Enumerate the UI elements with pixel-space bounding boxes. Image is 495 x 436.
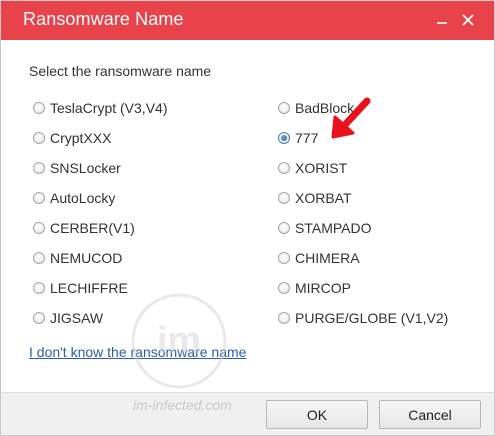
radio-button[interactable] [278,312,290,324]
minimize-icon[interactable] [431,9,453,31]
title-bar: Ransomware Name [1,1,494,40]
radio-button[interactable] [278,102,290,114]
radio-option-jigsaw[interactable]: JIGSAW [33,309,103,327]
radio-button[interactable] [33,252,45,264]
radio-option-stampado[interactable]: STAMPADO [278,219,372,237]
radio-option-teslacrypt[interactable]: TeslaCrypt (V3,V4) [33,99,167,117]
radio-option-cerber[interactable]: CERBER(V1) [33,219,135,237]
radio-option-snslocker[interactable]: SNSLocker [33,159,121,177]
radio-option-777[interactable]: 777 [278,129,318,147]
option-label: TeslaCrypt (V3,V4) [50,100,168,116]
radio-button[interactable] [33,282,45,294]
option-label: BadBlock [295,100,355,116]
radio-button[interactable] [33,102,45,114]
ok-button[interactable]: OK [266,400,368,429]
select-prompt: Select the ransomware name [29,63,212,79]
option-label: LECHIFFRE [50,280,128,296]
option-label: PURGE/GLOBE (V1,V2) [295,310,449,326]
radio-button[interactable] [33,312,45,324]
option-label: CryptXXX [50,130,112,146]
option-label: MIRCOP [295,280,351,296]
radio-option-mircop[interactable]: MIRCOP [278,279,351,297]
radio-button[interactable] [33,192,45,204]
ransomware-name-dialog: Ransomware Name Select the ransomware na… [0,0,495,436]
radio-button[interactable] [278,252,290,264]
option-label: 777 [295,130,319,146]
im-infected-watermark-logo: im [131,293,227,389]
option-label: NEMUCOD [50,250,123,266]
radio-option-purge-globe[interactable]: PURGE/GLOBE (V1,V2) [278,309,448,327]
option-label: XORBAT [295,190,352,206]
radio-option-badblock[interactable]: BadBlock [278,99,354,117]
radio-button[interactable] [33,132,45,144]
radio-option-autolocky[interactable]: AutoLocky [33,189,115,207]
radio-option-chimera[interactable]: CHIMERA [278,249,360,267]
radio-button[interactable] [278,162,290,174]
option-label: CHIMERA [295,250,360,266]
radio-button[interactable] [278,282,290,294]
dialog-footer: OK Cancel [1,392,494,435]
option-label: CERBER(V1) [50,220,135,236]
option-label: SNSLocker [50,160,121,176]
close-icon[interactable] [457,9,479,31]
dialog-title: Ransomware Name [23,9,184,29]
radio-option-nemucod[interactable]: NEMUCOD [33,249,122,267]
radio-option-xorist[interactable]: XORIST [278,159,347,177]
radio-option-xorbat[interactable]: XORBAT [278,189,352,207]
radio-button[interactable] [278,222,290,234]
option-label: XORIST [295,160,348,176]
radio-button[interactable] [278,192,290,204]
cancel-button[interactable]: Cancel [379,400,481,429]
option-label: AutoLocky [50,190,116,206]
option-label: STAMPADO [295,220,372,236]
unknown-ransomware-link[interactable]: I don't know the ransomware name [29,344,246,360]
radio-option-lechiffre[interactable]: LECHIFFRE [33,279,128,297]
radio-button[interactable] [33,162,45,174]
radio-button-selected[interactable] [278,132,290,144]
radio-option-cryptxxx[interactable]: CryptXXX [33,129,111,147]
radio-button[interactable] [33,222,45,234]
option-label: JIGSAW [50,310,104,326]
